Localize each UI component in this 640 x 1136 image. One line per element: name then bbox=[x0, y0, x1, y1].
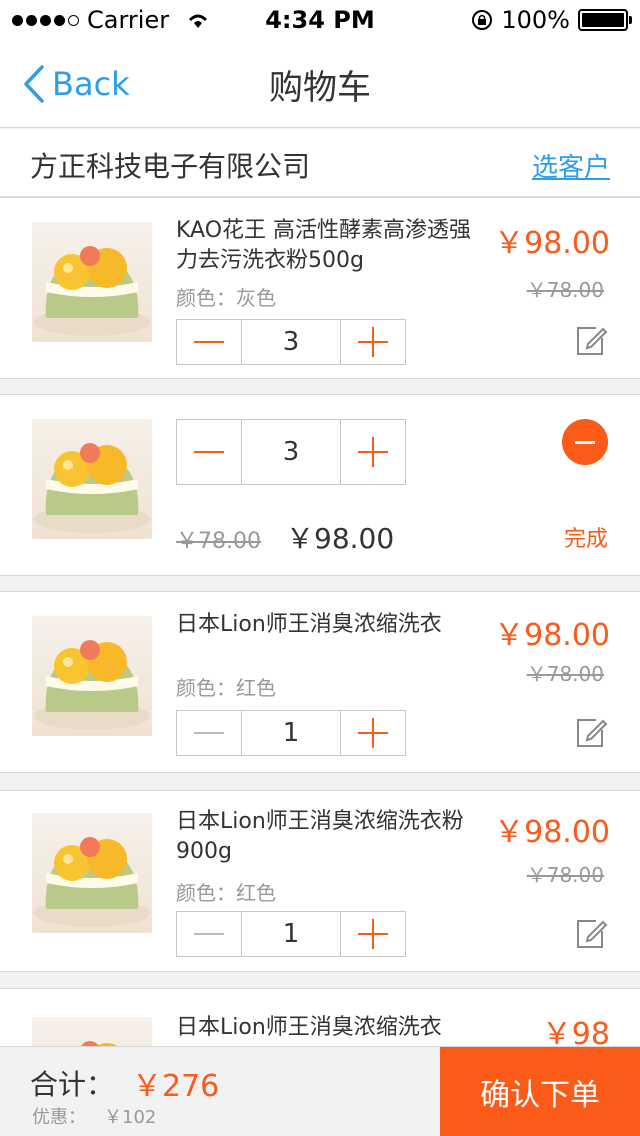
edit-icon[interactable] bbox=[574, 917, 608, 951]
rotation-lock-icon bbox=[472, 10, 493, 30]
item-price: ￥98.00 bbox=[494, 226, 610, 261]
done-button[interactable]: 完成 bbox=[564, 521, 608, 553]
status-bar: Carrier 4:34 PM 100% bbox=[0, 0, 640, 40]
quantity-value[interactable]: 1 bbox=[241, 912, 341, 956]
quantity-stepper: 1 bbox=[176, 911, 406, 957]
battery-percent: 100% bbox=[501, 6, 570, 34]
back-label: Back bbox=[52, 65, 130, 103]
item-original-price: ￥78.00 bbox=[526, 863, 604, 887]
quantity-stepper: 3 bbox=[176, 319, 406, 365]
signal-strength-icon bbox=[12, 14, 79, 26]
item-color: 颜色：红色 bbox=[176, 881, 276, 905]
product-image bbox=[32, 616, 152, 736]
item-color: 颜色：灰色 bbox=[176, 286, 276, 310]
quantity-value[interactable]: 1 bbox=[241, 711, 341, 755]
decrement-button[interactable] bbox=[177, 420, 241, 484]
discount-value: ￥102 bbox=[104, 1107, 157, 1128]
edit-icon[interactable] bbox=[574, 716, 608, 750]
company-name: 方正科技电子有限公司 bbox=[30, 150, 311, 183]
quantity-stepper: 1 bbox=[176, 710, 406, 756]
minus-icon bbox=[194, 341, 224, 343]
minus-icon bbox=[575, 440, 595, 444]
cart-item: 日本Lion师王消臭浓缩洗衣粉900g 颜色：红色 ￥98.00 ￥78.00 … bbox=[0, 790, 640, 972]
quantity-value[interactable]: 3 bbox=[241, 420, 341, 484]
confirm-order-button[interactable]: 确认下单 bbox=[440, 1047, 640, 1136]
quantity-stepper: 3 bbox=[176, 419, 406, 485]
checkout-bar: 合计： ￥276 优惠： ￥102 确认下单 bbox=[0, 1046, 640, 1136]
item-price: ￥98.00 bbox=[494, 618, 610, 653]
item-name: 日本Lion师王消臭浓缩洗衣粉900g bbox=[176, 809, 464, 864]
decrement-button[interactable] bbox=[177, 711, 241, 755]
total-label: 合计： bbox=[30, 1068, 115, 1101]
product-image bbox=[32, 222, 152, 342]
item-original-price: ￥78.00 bbox=[526, 662, 604, 686]
item-price: ￥98.00 bbox=[494, 815, 610, 850]
chevron-left-icon bbox=[24, 65, 44, 103]
item-price: ￥98.00 bbox=[286, 522, 395, 555]
discount-label: 优惠： bbox=[32, 1107, 86, 1128]
increment-button[interactable] bbox=[341, 912, 405, 956]
increment-button[interactable] bbox=[341, 420, 405, 484]
edit-icon[interactable] bbox=[574, 324, 608, 358]
carrier-label: Carrier bbox=[87, 6, 170, 34]
total-value: ￥276 bbox=[132, 1069, 220, 1104]
decrement-button[interactable] bbox=[177, 320, 241, 364]
product-image bbox=[32, 419, 152, 539]
plus-icon bbox=[358, 718, 388, 748]
wifi-icon bbox=[189, 14, 208, 28]
minus-icon bbox=[194, 451, 224, 453]
company-row: 方正科技电子有限公司 选客户 bbox=[0, 129, 640, 197]
plus-icon bbox=[358, 919, 388, 949]
item-name: 日本Lion师王消臭浓缩洗衣 bbox=[176, 612, 442, 637]
decrement-button[interactable] bbox=[177, 912, 241, 956]
cart-item: 日本Lion师王消臭浓缩洗衣 颜色：红色 ￥98.00 ￥78.00 1 bbox=[0, 591, 640, 773]
back-button[interactable]: Back bbox=[22, 64, 130, 104]
cart-item: KAO花王 高活性酵素高渗透强力去污洗衣粉500g 颜色：灰色 ￥98.00 ￥… bbox=[0, 197, 640, 379]
remove-item-button[interactable] bbox=[562, 419, 608, 465]
minus-icon bbox=[194, 933, 224, 935]
item-color: 颜色：红色 bbox=[176, 676, 276, 700]
item-name: 日本Lion师王消臭浓缩洗衣 bbox=[176, 1015, 442, 1040]
increment-button[interactable] bbox=[341, 711, 405, 755]
item-name: KAO花王 高活性酵素高渗透强力去污洗衣粉500g bbox=[176, 218, 472, 273]
plus-icon bbox=[358, 327, 388, 357]
minus-icon bbox=[194, 732, 224, 734]
select-customer-link[interactable]: 选客户 bbox=[532, 147, 610, 184]
increment-button[interactable] bbox=[341, 320, 405, 364]
product-image bbox=[32, 813, 152, 933]
plus-icon bbox=[358, 437, 388, 467]
item-original-price: ￥78.00 bbox=[176, 529, 261, 554]
cart-item-editing: 3 ￥78.00 ￥98.00 完成 bbox=[0, 394, 640, 576]
quantity-value[interactable]: 3 bbox=[241, 320, 341, 364]
item-original-price: ￥78.00 bbox=[526, 278, 604, 302]
nav-bar: Back 购物车 bbox=[0, 40, 640, 128]
battery-icon bbox=[578, 9, 632, 31]
